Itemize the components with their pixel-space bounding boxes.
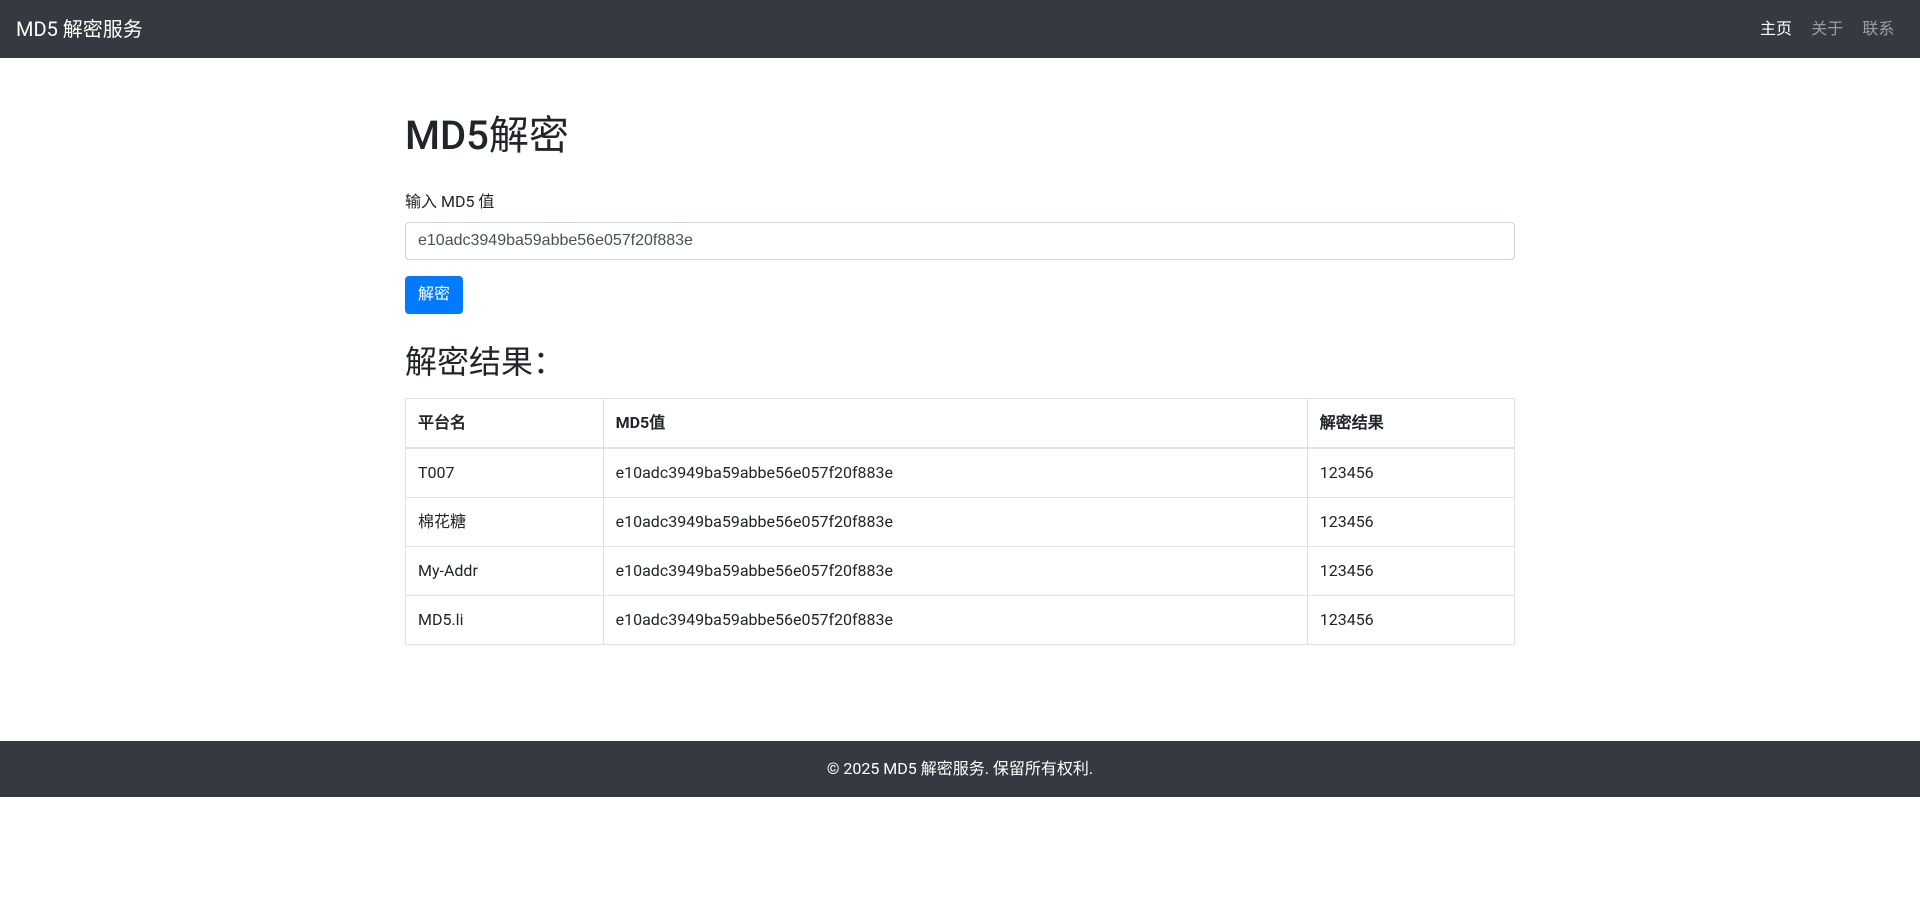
decrypt-button[interactable]: 解密 xyxy=(405,276,463,314)
cell-platform: My-Addr xyxy=(406,547,604,596)
cell-md5: e10adc3949ba59abbe56e057f20f883e xyxy=(603,498,1307,547)
navbar-nav: 主页 关于 联系 xyxy=(1750,17,1904,41)
page-title: MD5解密 xyxy=(405,106,1515,166)
cell-md5: e10adc3949ba59abbe56e057f20f883e xyxy=(603,547,1307,596)
cell-result: 123456 xyxy=(1307,498,1514,547)
cell-platform: 棉花糖 xyxy=(406,498,604,547)
table-row: My-Addr e10adc3949ba59abbe56e057f20f883e… xyxy=(406,547,1515,596)
nav-link-about[interactable]: 关于 xyxy=(1802,11,1853,46)
results-table: 平台名 MD5值 解密结果 T007 e10adc3949ba59abbe56e… xyxy=(405,398,1515,645)
nav-link-contact[interactable]: 联系 xyxy=(1853,11,1904,46)
table-header-md5: MD5值 xyxy=(603,399,1307,449)
main-content: MD5解密 输入 MD5 值 解密 解密结果： 平台名 MD5值 解密结果 T0… xyxy=(390,58,1530,709)
cell-result: 123456 xyxy=(1307,448,1514,498)
cell-result: 123456 xyxy=(1307,547,1514,596)
cell-md5: e10adc3949ba59abbe56e057f20f883e xyxy=(603,596,1307,645)
results-title: 解密结果： xyxy=(405,338,1515,386)
footer-text: © 2025 MD5 解密服务. 保留所有权利. xyxy=(0,757,1920,781)
cell-platform: MD5.li xyxy=(406,596,604,645)
nav-link-home[interactable]: 主页 xyxy=(1750,11,1801,46)
input-label: 输入 MD5 值 xyxy=(405,190,1515,214)
navbar: MD5 解密服务 主页 关于 联系 xyxy=(0,0,1920,58)
md5-input[interactable] xyxy=(405,222,1515,260)
footer: © 2025 MD5 解密服务. 保留所有权利. xyxy=(0,741,1920,797)
table-row: 棉花糖 e10adc3949ba59abbe56e057f20f883e 123… xyxy=(406,498,1515,547)
table-header-row: 平台名 MD5值 解密结果 xyxy=(406,399,1515,449)
decrypt-form: 输入 MD5 值 解密 xyxy=(405,190,1515,314)
navbar-brand[interactable]: MD5 解密服务 xyxy=(16,9,143,49)
table-row: T007 e10adc3949ba59abbe56e057f20f883e 12… xyxy=(406,448,1515,498)
cell-result: 123456 xyxy=(1307,596,1514,645)
cell-md5: e10adc3949ba59abbe56e057f20f883e xyxy=(603,448,1307,498)
table-header-platform: 平台名 xyxy=(406,399,604,449)
table-row: MD5.li e10adc3949ba59abbe56e057f20f883e … xyxy=(406,596,1515,645)
cell-platform: T007 xyxy=(406,448,604,498)
table-header-result: 解密结果 xyxy=(1307,399,1514,449)
